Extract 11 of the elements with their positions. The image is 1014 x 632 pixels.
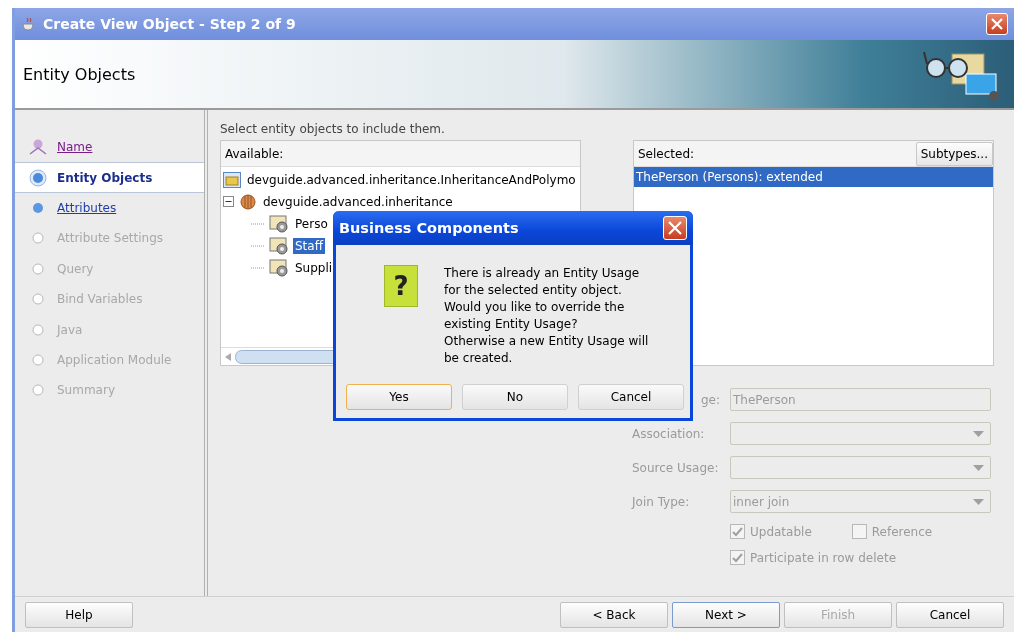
field-label: Source Usage: xyxy=(632,460,720,475)
field-label: Join Type: xyxy=(632,494,691,509)
field-label: Association: xyxy=(632,426,706,441)
list-heading: Available: xyxy=(225,146,284,161)
page-title: Entity Objects xyxy=(23,64,136,84)
instruction-text: Select entity objects to include them. xyxy=(220,122,446,136)
window-title: Create View Object - Step 2 of 9 xyxy=(43,16,297,32)
dialog-title: Business Components xyxy=(339,220,519,236)
list-heading: Selected: xyxy=(638,146,695,161)
question-icon: ? xyxy=(384,265,418,307)
dialog-message: There is already an Entity Usage for the selected entity object. Would you like to override the existing Entity Usage? Otherwise a new Entity Usage will be created. xyxy=(444,265,649,367)
